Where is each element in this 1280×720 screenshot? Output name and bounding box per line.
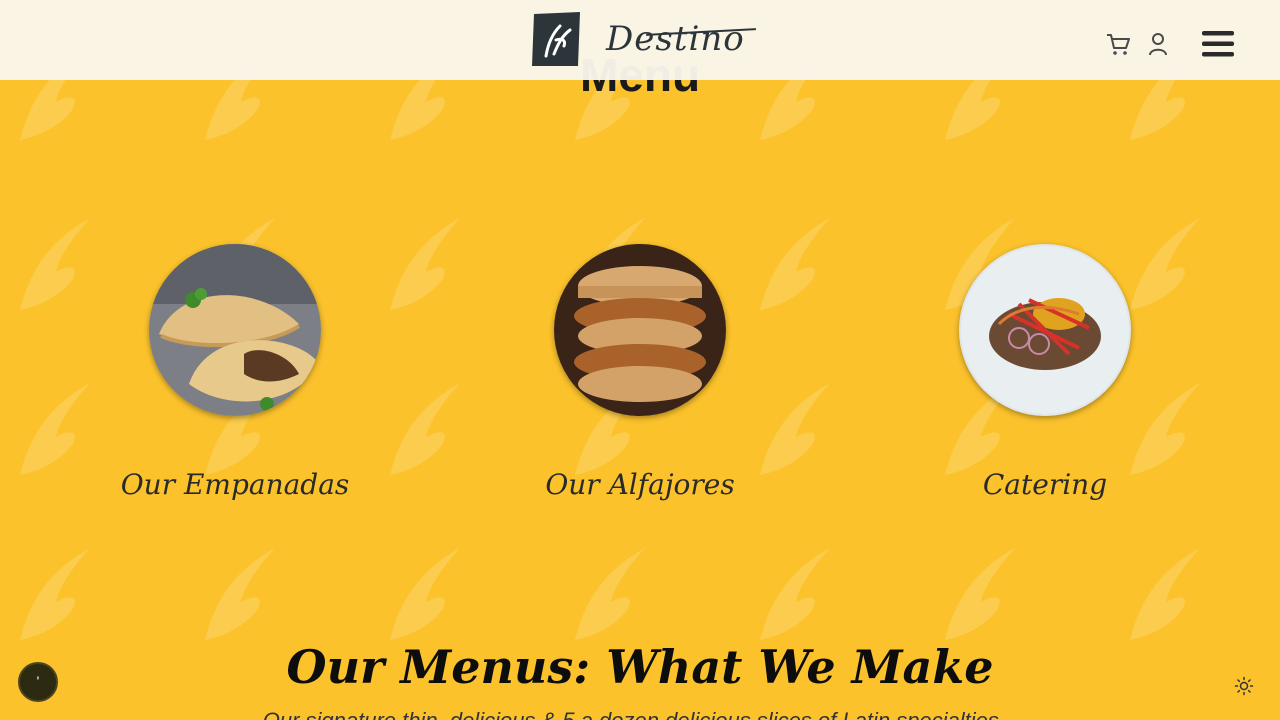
category-card-alfajores[interactable]: Our Alfajores (520, 244, 760, 501)
background-brush-mark (760, 548, 830, 640)
background-brush-mark (205, 548, 275, 640)
category-label[interactable]: Our Empanadas (115, 468, 355, 501)
category-label[interactable]: Our Alfajores (520, 468, 760, 501)
category-card-empanadas[interactable]: Our Empanadas (115, 244, 355, 501)
brand-wordmark: Destino (606, 19, 745, 59)
background-brush-mark (575, 548, 645, 640)
cart-icon[interactable] (1104, 30, 1132, 58)
sun-icon[interactable] (1234, 676, 1254, 696)
user-icon[interactable] (1144, 30, 1172, 58)
accessibility-label: ' (36, 673, 40, 689)
accessibility-button[interactable]: ' (18, 662, 58, 702)
section-title: Our Menus: What We Make (286, 640, 994, 694)
logo-mark-icon (532, 12, 580, 66)
section-subtitle: Our signature thin, delicious & 5 a doze… (0, 708, 1280, 720)
category-card-catering[interactable]: Catering (925, 244, 1165, 501)
brand-logo[interactable]: Destino (530, 10, 745, 68)
background-brush-mark (1130, 548, 1200, 640)
background-brush-mark (945, 548, 1015, 640)
category-label[interactable]: Catering (925, 468, 1165, 501)
catering-image[interactable] (959, 244, 1131, 416)
background-brush-mark (390, 548, 460, 640)
empanadas-image[interactable] (149, 244, 321, 416)
hamburger-menu-icon[interactable] (1200, 26, 1236, 62)
menu-categories: Our Empanadas Our Alfajores Catering (0, 244, 1280, 524)
site-header: Destino (0, 0, 1280, 80)
alfajores-image[interactable] (554, 244, 726, 416)
background-brush-mark (20, 548, 90, 640)
